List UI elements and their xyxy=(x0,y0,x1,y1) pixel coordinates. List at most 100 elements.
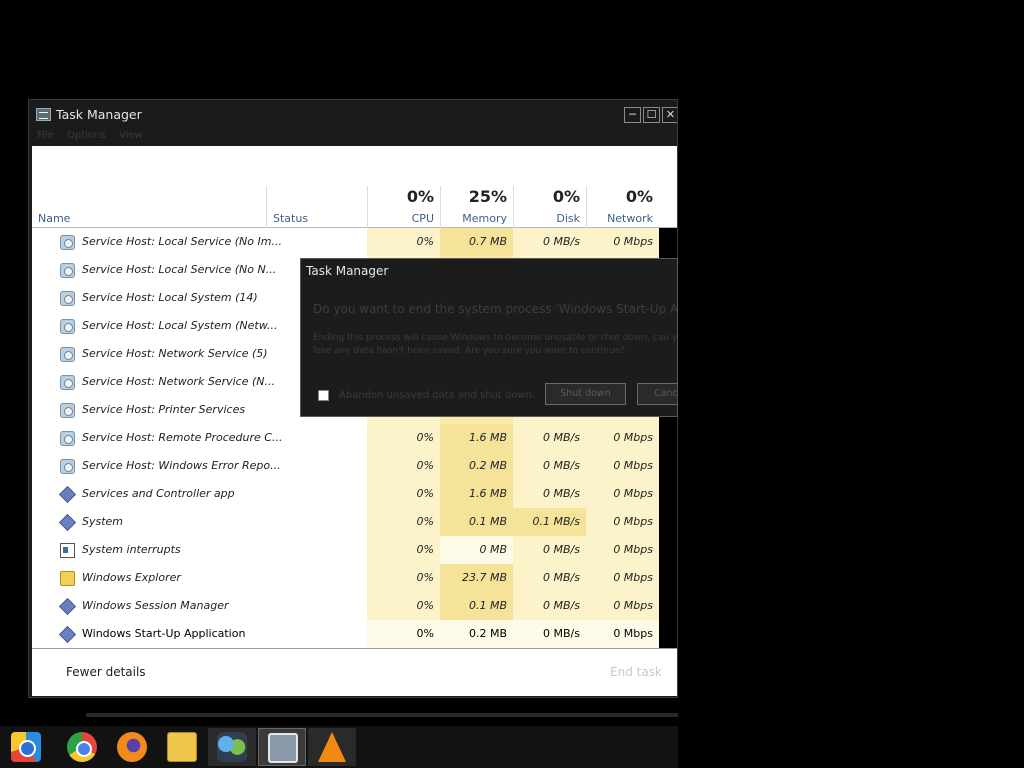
window-icon xyxy=(60,543,75,558)
process-network-cell: 0 Mbps xyxy=(586,620,659,648)
process-disk-cell: 0 MB/s xyxy=(513,424,586,452)
process-network-cell: 0 Mbps xyxy=(586,228,659,256)
process-disk-cell: 0 MB/s xyxy=(513,452,586,480)
process-row[interactable]: Services and Controller app 0% 1.6 MB 0 MB/… xyxy=(32,480,677,508)
gear-icon xyxy=(60,291,75,306)
process-name: Service Host: Network Service (5) xyxy=(82,347,268,360)
title-bar[interactable]: Task Manager ─ ☐ ✕ xyxy=(29,100,677,130)
process-name: Service Host: Windows Error Repo... xyxy=(82,459,281,472)
disk-total-percent: 0% xyxy=(552,187,580,206)
process-row[interactable]: Service Host: Remote Procedure C... 0% 1.6… xyxy=(32,424,677,452)
process-memory-cell: 0.1 MB xyxy=(440,592,513,620)
process-memory-cell: 0.2 MB xyxy=(440,452,513,480)
process-cpu-cell: 0% xyxy=(367,480,440,508)
taskbar-messenger[interactable] xyxy=(208,728,256,766)
process-name: Service Host: Local Service (No N... xyxy=(82,263,277,276)
gear-icon xyxy=(60,263,75,278)
process-name: Windows Start-Up Application xyxy=(82,627,246,640)
process-name: Service Host: Printer Services xyxy=(82,403,246,416)
process-memory-cell: 1.6 MB xyxy=(440,424,513,452)
column-status[interactable]: Status xyxy=(266,186,367,228)
process-cpu-cell: 0% xyxy=(367,620,440,648)
taskbar-chrome-canary[interactable] xyxy=(2,728,50,766)
taskbar-chrome[interactable] xyxy=(58,728,106,766)
shut-down-button[interactable]: Shut down xyxy=(545,383,626,405)
process-row[interactable]: Windows Session Manager 0% 0.1 MB 0 MB/s 0 M… xyxy=(32,592,677,620)
column-disk[interactable]: 0% Disk xyxy=(513,186,586,228)
network-total-percent: 0% xyxy=(625,187,653,206)
firefox-icon xyxy=(117,732,147,762)
task-manager-icon xyxy=(268,733,298,763)
process-name: Service Host: Local System (Netw... xyxy=(82,319,278,332)
taskbar-task-manager[interactable] xyxy=(258,728,306,766)
taskbar-firefox[interactable] xyxy=(108,728,156,766)
process-name: System xyxy=(82,515,124,528)
process-memory-cell: 0 MB xyxy=(440,536,513,564)
messenger-icon xyxy=(217,732,247,762)
file-explorer-icon xyxy=(167,732,197,762)
column-name[interactable]: Name xyxy=(32,186,266,228)
process-cpu-cell: 0% xyxy=(367,424,440,452)
end-process-dialog: Task Manager Do you want to end the syst… xyxy=(300,258,678,417)
taskbar xyxy=(0,726,678,768)
column-memory[interactable]: 25% Memory xyxy=(440,186,513,228)
column-header-row: Name Status 0% CPU 25% Memory 0% Disk 0%… xyxy=(32,186,677,228)
process-network-cell: 0 Mbps xyxy=(586,536,659,564)
abandon-data-checkbox-label[interactable]: Abandon unsaved data and shut down. xyxy=(339,390,535,401)
column-network-label: Network xyxy=(607,212,653,225)
process-memory-cell: 0.1 MB xyxy=(440,508,513,536)
cpu-total-percent: 0% xyxy=(406,187,434,206)
end-task-button[interactable]: End task xyxy=(610,665,662,679)
process-cpu-cell: 0% xyxy=(367,228,440,256)
process-name: System interrupts xyxy=(82,543,181,556)
fewer-details-link[interactable]: Fewer details xyxy=(66,665,146,679)
close-button[interactable]: ✕ xyxy=(662,107,677,123)
process-network-cell: 0 Mbps xyxy=(586,592,659,620)
chrome-icon xyxy=(67,732,97,762)
process-cpu-cell: 0% xyxy=(367,536,440,564)
menu-bar: File Options View xyxy=(29,128,677,146)
menu-file[interactable]: File xyxy=(37,130,54,141)
chrome-canary-icon xyxy=(11,732,41,762)
process-name: Services and Controller app xyxy=(82,487,235,500)
dialog-title: Task Manager xyxy=(306,264,389,278)
footer-divider xyxy=(32,648,677,649)
process-row[interactable]: System interrupts 0% 0 MB 0 MB/s 0 Mbps xyxy=(32,536,677,564)
process-cpu-cell: 0% xyxy=(367,592,440,620)
gear-icon xyxy=(60,403,75,418)
process-row[interactable]: Service Host: Windows Error Repo... 0% 0.2… xyxy=(32,452,677,480)
process-name: Service Host: Network Service (N... xyxy=(82,375,275,388)
folder-icon xyxy=(60,571,75,586)
process-row[interactable]: System 0% 0.1 MB 0.1 MB/s 0 Mbps xyxy=(32,508,677,536)
minimize-button[interactable]: ─ xyxy=(624,107,641,123)
dialog-question: Do you want to end the system process 'W… xyxy=(313,302,678,316)
column-cpu[interactable]: 0% CPU xyxy=(367,186,440,228)
process-row[interactable]: Windows Start-Up Application 0% 0.2 MB 0 MB… xyxy=(32,620,677,648)
process-row[interactable]: Windows Explorer 0% 23.7 MB 0 MB/s 0 Mbps xyxy=(32,564,677,592)
process-name: Windows Explorer xyxy=(82,571,181,584)
menu-view[interactable]: View xyxy=(119,130,143,141)
column-name-label: Name xyxy=(38,212,71,225)
process-network-cell: 0 Mbps xyxy=(586,508,659,536)
cancel-button[interactable]: Cance xyxy=(637,383,677,405)
process-disk-cell: 0 MB/s xyxy=(513,620,586,648)
menu-options[interactable]: Options xyxy=(67,130,106,141)
maximize-button[interactable]: ☐ xyxy=(643,107,660,123)
process-memory-cell: 23.7 MB xyxy=(440,564,513,592)
process-disk-cell: 0 MB/s xyxy=(513,480,586,508)
process-disk-cell: 0 MB/s xyxy=(513,564,586,592)
process-disk-cell: 0 MB/s xyxy=(513,592,586,620)
gear-icon xyxy=(60,347,75,362)
process-cpu-cell: 0% xyxy=(367,508,440,536)
process-disk-cell: 0.1 MB/s xyxy=(513,508,586,536)
process-name: Windows Session Manager xyxy=(82,599,229,612)
abandon-data-checkbox[interactable] xyxy=(318,390,329,401)
column-memory-label: Memory xyxy=(462,212,507,225)
horizontal-scrollbar[interactable] xyxy=(86,713,678,717)
taskbar-file-explorer[interactable] xyxy=(158,728,206,766)
gear-icon xyxy=(60,319,75,334)
process-row[interactable]: Service Host: Local Service (No Im... 0% 0… xyxy=(32,228,677,256)
column-network[interactable]: 0% Network xyxy=(586,186,659,228)
process-cpu-cell: 0% xyxy=(367,452,440,480)
taskbar-vlc[interactable] xyxy=(308,728,356,766)
